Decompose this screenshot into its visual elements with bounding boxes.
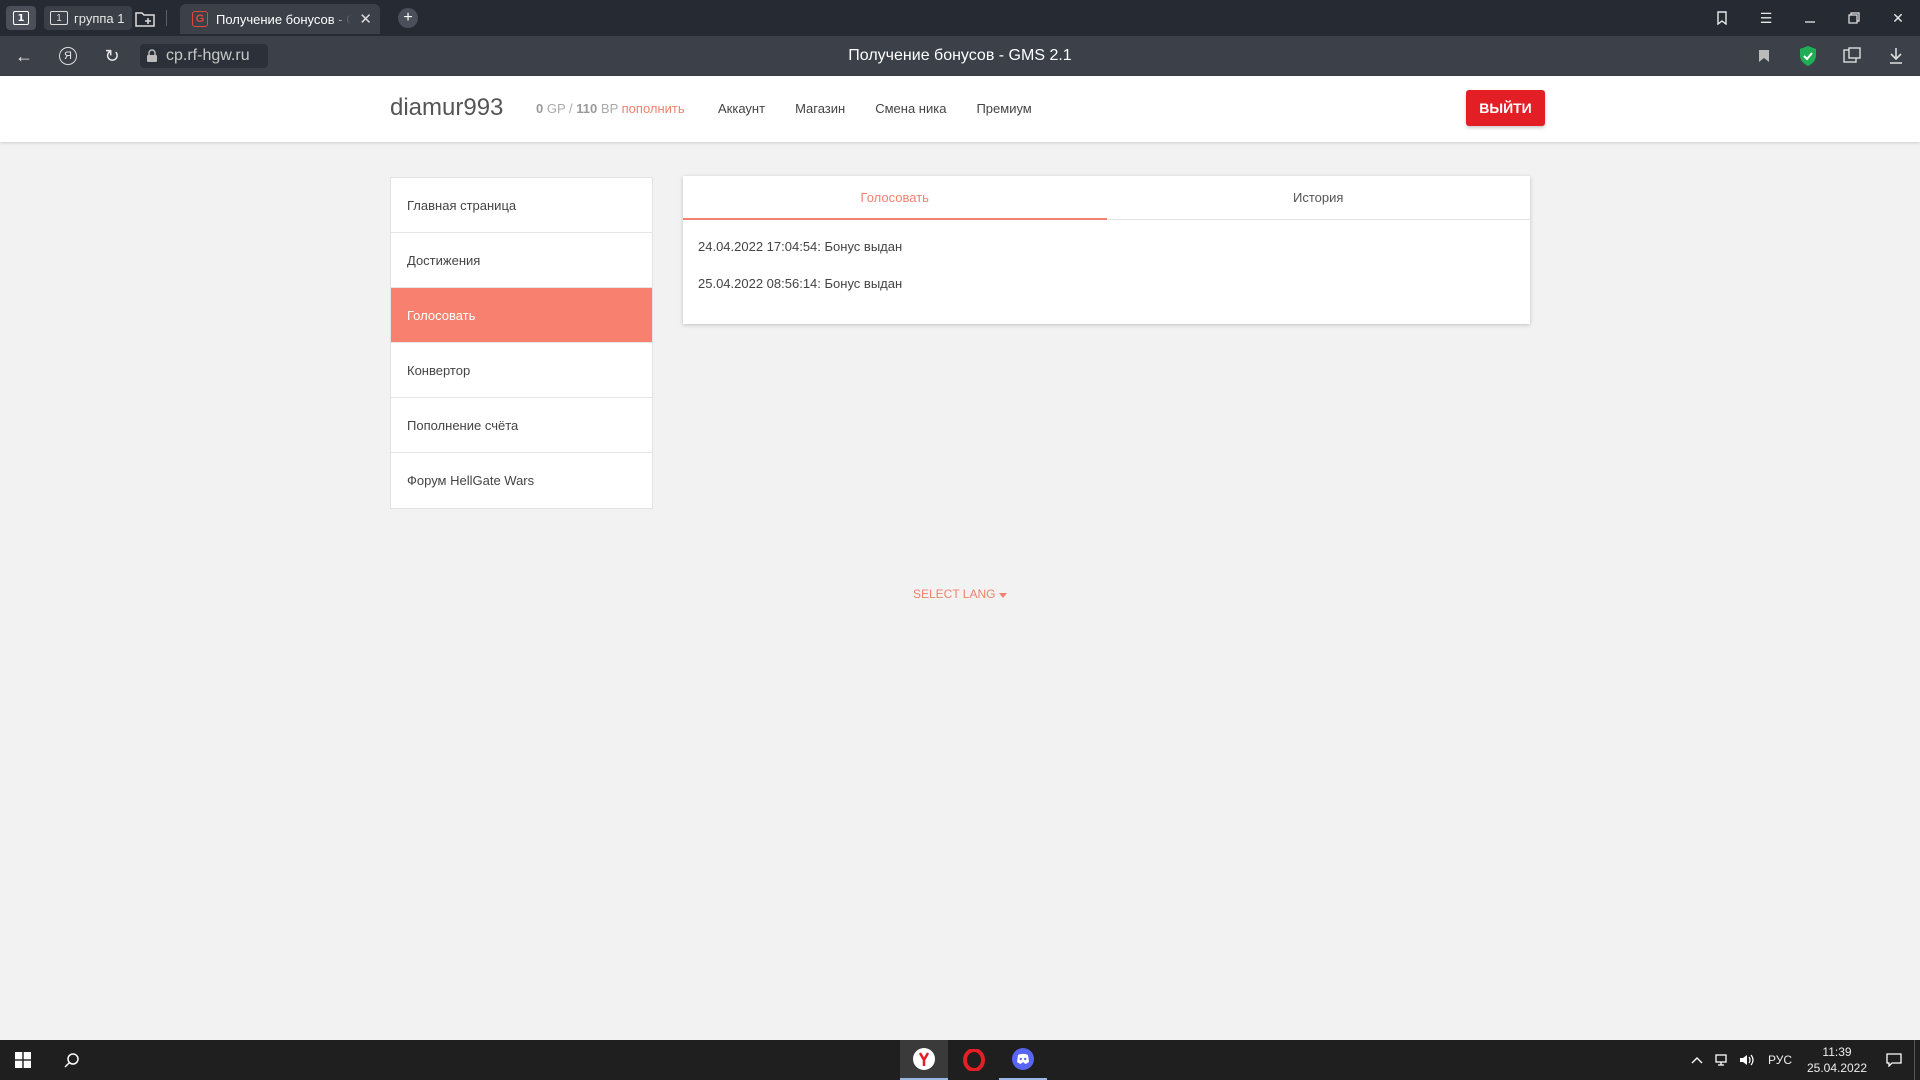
lock-icon — [147, 49, 157, 62]
select-lang-dropdown[interactable]: SELECT LANG — [913, 587, 1007, 601]
yandex-icon[interactable]: Я — [56, 44, 80, 68]
gp-unit: GP — [546, 101, 566, 116]
sidebar-item-forum[interactable]: Форум HellGate Wars — [391, 453, 652, 508]
restore-icon[interactable] — [1832, 0, 1876, 36]
bp-unit: BP — [600, 101, 619, 116]
sidebar-item-vote[interactable]: Голосовать — [391, 288, 652, 343]
show-desktop-button[interactable] — [1914, 1040, 1920, 1080]
opera-icon[interactable] — [950, 1040, 998, 1080]
toolbar-right-icons — [1752, 44, 1908, 68]
site-header: diamur993 0 GP / 110 BP пополнить Аккаун… — [0, 76, 1920, 142]
tabs-counter-button[interactable]: 1 — [6, 6, 36, 30]
url-field[interactable]: cp.rf-hgw.ru — [140, 44, 268, 68]
window-controls: ☰ ✕ — [1700, 0, 1920, 36]
username: diamur993 — [390, 94, 504, 121]
clock[interactable]: 11:39 25.04.2022 — [1800, 1044, 1874, 1076]
tab-group[interactable]: 1 группа 1 — [44, 6, 133, 30]
minimize-icon[interactable] — [1788, 0, 1832, 36]
select-lang-label: SELECT LANG — [913, 587, 996, 601]
tab-history[interactable]: История — [1107, 176, 1531, 219]
tab-active[interactable]: G Получение бонусов - GMS 2.1 ✕ — [180, 4, 380, 34]
search-icon[interactable] — [48, 1040, 96, 1080]
network-icon[interactable] — [1708, 1053, 1734, 1067]
sidebar-item-home[interactable]: Главная страница — [391, 178, 652, 233]
chevron-up-icon[interactable] — [1686, 1056, 1708, 1064]
menu-icon[interactable]: ☰ — [1744, 0, 1788, 36]
sidebar-item-topup[interactable]: Пополнение счёта — [391, 398, 652, 453]
list-item: 24.04.2022 17:04:54: Бонус выдан — [698, 239, 903, 254]
system-tray: РУС 11:39 25.04.2022 — [1686, 1040, 1920, 1080]
balance: 0 GP / 110 BP пополнить — [536, 101, 685, 116]
sidebar-menu: Главная страница Достижения Голосовать К… — [390, 177, 653, 509]
tab-vote[interactable]: Голосовать — [683, 176, 1107, 220]
address-bar: Получение бонусов - GMS 2.1 ← Я ↻ cp.rf-… — [0, 36, 1920, 76]
close-window-icon[interactable]: ✕ — [1876, 0, 1920, 36]
new-group-icon[interactable] — [134, 8, 156, 28]
balance-separator: / — [569, 101, 573, 116]
logout-button[interactable]: ВЫЙТИ — [1466, 90, 1545, 126]
gp-value: 0 — [536, 101, 544, 116]
window-page-title: Получение бонусов - GMS 2.1 — [848, 47, 1072, 64]
vote-card: Голосовать История 24.04.2022 17:04:54: … — [683, 176, 1530, 324]
bp-value: 110 — [576, 101, 598, 116]
notifications-icon[interactable] — [1874, 1053, 1914, 1067]
caret-down-icon — [998, 593, 1007, 598]
url-text: cp.rf-hgw.ru — [166, 47, 250, 64]
downloads-icon[interactable] — [1884, 44, 1908, 68]
clock-time: 11:39 — [1822, 1045, 1852, 1059]
protect-shield-icon[interactable] — [1796, 44, 1820, 68]
site-favicon-icon: G — [192, 11, 208, 27]
bookmarks-panel-icon[interactable] — [1700, 0, 1744, 36]
nav-premium[interactable]: Премиум — [976, 101, 1031, 116]
reload-icon[interactable]: ↻ — [100, 44, 124, 68]
new-tab-button[interactable]: + — [398, 8, 418, 28]
nav-change-nick[interactable]: Смена ника — [875, 101, 946, 116]
nav-shop[interactable]: Магазин — [795, 101, 845, 116]
group-number: 1 — [50, 11, 68, 25]
bookmark-icon[interactable] — [1752, 44, 1776, 68]
browser-tab-bar: 1 1 группа 1 G Получение бонусов - GMS 2… — [0, 0, 1920, 36]
back-arrow-icon[interactable]: ← — [12, 44, 36, 68]
extensions-icon[interactable] — [1840, 44, 1864, 68]
nav-account[interactable]: Аккаунт — [718, 101, 765, 116]
tab-close-icon[interactable]: ✕ — [359, 10, 372, 28]
volume-icon[interactable] — [1734, 1053, 1760, 1067]
tab-separator — [166, 10, 167, 26]
language-indicator[interactable]: РУС — [1760, 1053, 1800, 1067]
windows-start-icon[interactable] — [0, 1040, 46, 1080]
group-label: группа 1 — [74, 10, 125, 26]
tab-count: 1 — [13, 11, 29, 25]
windows-taskbar: РУС 11:39 25.04.2022 — [0, 1040, 1920, 1080]
clock-date: 25.04.2022 — [1806, 1061, 1868, 1075]
sidebar-item-converter[interactable]: Конвертор — [391, 343, 652, 398]
discord-icon[interactable] — [999, 1040, 1047, 1080]
history-list: 24.04.2022 17:04:54: Бонус выдан 25.04.2… — [683, 220, 1530, 330]
tab-title: Получение бонусов - GMS 2.1 — [216, 11, 352, 27]
content-tabs: Голосовать История — [683, 176, 1530, 220]
top-nav: Аккаунт Магазин Смена ника Премиум — [718, 101, 1032, 116]
list-item: 25.04.2022 08:56:14: Бонус выдан — [698, 276, 903, 291]
yandex-browser-icon[interactable] — [900, 1040, 948, 1080]
topup-link[interactable]: пополнить — [622, 101, 685, 116]
sidebar-item-achievements[interactable]: Достижения — [391, 233, 652, 288]
